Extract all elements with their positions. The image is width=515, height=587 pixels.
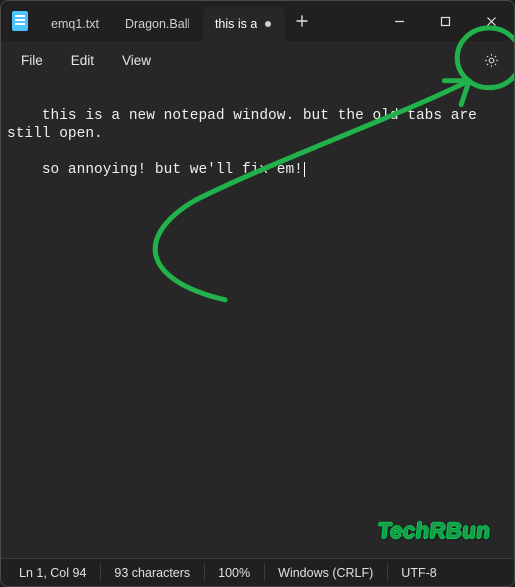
status-line-ending[interactable]: Windows (CRLF) — [264, 559, 387, 586]
tab-label: Dragon.Ball.S — [125, 17, 189, 31]
text-caret-icon — [304, 162, 305, 177]
editor-line: so annoying! but we'll fix em! — [42, 162, 303, 178]
new-tab-button[interactable] — [285, 1, 319, 41]
window-controls — [376, 1, 514, 41]
unsaved-indicator-icon — [265, 21, 271, 27]
title-bar: emq1.txt Dragon.Ball.S this is a — [1, 1, 514, 41]
maximize-button[interactable] — [422, 1, 468, 41]
status-encoding[interactable]: UTF-8 — [387, 559, 450, 586]
status-position[interactable]: Ln 1, Col 94 — [5, 559, 100, 586]
tab-emq1[interactable]: emq1.txt — [39, 7, 113, 41]
status-zoom[interactable]: 100% — [204, 559, 264, 586]
menu-bar: File Edit View — [1, 41, 514, 79]
menu-file[interactable]: File — [7, 47, 57, 74]
minimize-button[interactable] — [376, 1, 422, 41]
tab-thisis[interactable]: this is a — [203, 7, 285, 41]
tab-strip: emq1.txt Dragon.Ball.S this is a — [39, 1, 285, 41]
notepad-app-icon — [1, 1, 39, 41]
menu-edit[interactable]: Edit — [57, 47, 108, 74]
menu-view[interactable]: View — [108, 47, 165, 74]
tab-label: this is a — [215, 17, 257, 31]
close-button[interactable] — [468, 1, 514, 41]
status-bar: Ln 1, Col 94 93 characters 100% Windows … — [1, 558, 514, 586]
notepad-window: emq1.txt Dragon.Ball.S this is a — [0, 0, 515, 587]
settings-button[interactable] — [474, 43, 508, 77]
text-editor[interactable]: this is a new notepad window. but the ol… — [1, 79, 514, 558]
status-char-count[interactable]: 93 characters — [100, 559, 204, 586]
tab-label: emq1.txt — [51, 17, 99, 31]
techrbun-watermark: TechRBun — [376, 518, 491, 544]
tab-dragonball[interactable]: Dragon.Ball.S — [113, 7, 203, 41]
gear-icon — [483, 52, 500, 69]
editor-line: this is a new notepad window. but the ol… — [7, 108, 486, 142]
